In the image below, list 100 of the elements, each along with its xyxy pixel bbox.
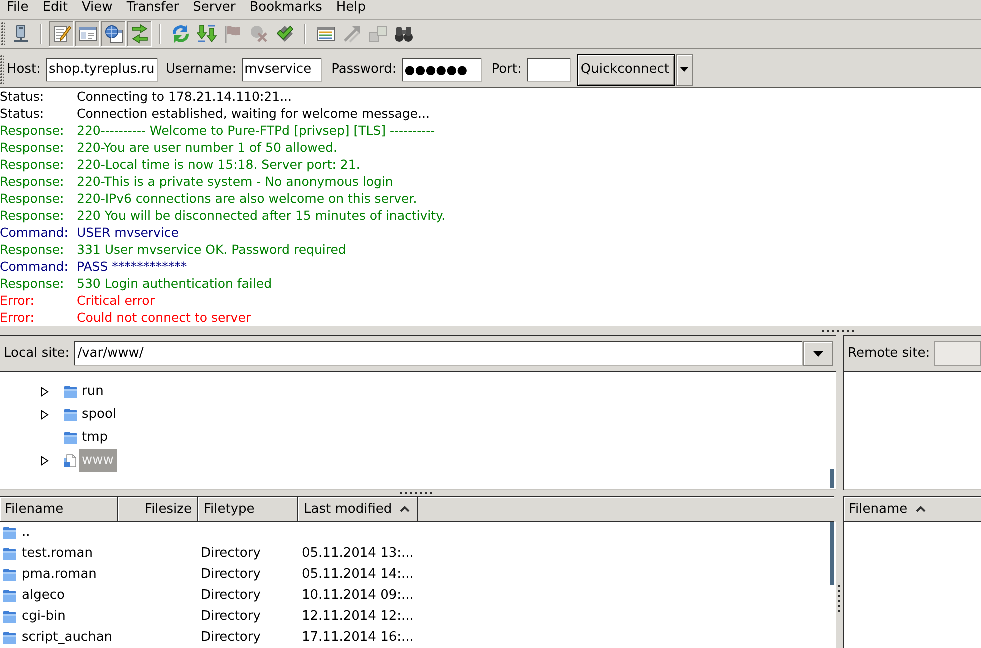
log-label: Response: [0, 122, 66, 139]
file-type: Directory [201, 567, 261, 582]
toolbar-grip[interactable] [1, 22, 5, 46]
tree-item[interactable]: spool [79, 403, 120, 426]
window-icon [78, 24, 98, 44]
menu-item[interactable]: Edit [36, 0, 75, 16]
menu-item[interactable]: View [74, 0, 120, 16]
list-window-icon [316, 24, 336, 44]
log-message: 331 User mvservice OK. Password required [77, 241, 346, 258]
column-header[interactable]: Filename [844, 497, 981, 521]
folder-icon [64, 408, 78, 422]
refresh-icon [170, 24, 190, 44]
port-field[interactable] [526, 58, 571, 82]
folder-icon [3, 610, 17, 624]
folder-icon [3, 588, 17, 602]
file-name: .. [22, 525, 30, 540]
file-type: Directory [201, 630, 261, 645]
check-icon [274, 24, 294, 44]
scrollbar-thumb[interactable] [830, 522, 834, 585]
log-message: Connection established, waiting for welcome message... [77, 105, 430, 122]
column-header[interactable]: Last modified [298, 497, 418, 521]
log-label: Response: [0, 241, 66, 258]
log-message: PASS ************ [77, 258, 188, 275]
menu-item[interactable]: Server [186, 0, 243, 16]
folder-icon [3, 546, 17, 560]
caret-down-icon [812, 350, 824, 356]
log-label: Response: [0, 275, 66, 292]
log-label: Response: [0, 139, 66, 156]
expand-triangle-icon[interactable] [41, 386, 49, 396]
log-message: 220-Local time is now 15:18. Server port: 21. [77, 156, 360, 173]
file-name: algeco [22, 588, 65, 603]
expand-triangle-icon[interactable] [41, 456, 49, 466]
log-label: Command: [0, 258, 70, 275]
password-field[interactable]: ●●●●●● [402, 58, 482, 82]
host-field[interactable]: shop.tyreplus.ru [46, 58, 158, 82]
column-header[interactable]: Filetype [198, 497, 298, 521]
log-message: 220---------- Welcome to Pure-FTPd [privsep] [TLS] ---------- [77, 122, 436, 139]
file-date: 12.11.2014 12:... [302, 609, 414, 624]
toolbar-grip[interactable] [0, 54, 4, 84]
menu-item[interactable]: Help [329, 0, 374, 16]
folder-icon [3, 630, 17, 644]
folder-icon [3, 526, 17, 540]
folder-page-icon [64, 454, 78, 468]
log-message: 220-IPv6 connections are also welcome on this server. [77, 190, 418, 207]
log-message: 220 You will be disconnected after 15 minutes of inactivity. [77, 207, 446, 224]
toolbar-button[interactable] [101, 21, 126, 47]
log-label: Response: [0, 156, 66, 173]
path-field[interactable]: /var/www/ [74, 341, 803, 366]
field-label: Port: [492, 62, 522, 77]
binoculars-icon [394, 24, 414, 44]
log-label: Response: [0, 207, 66, 224]
log-message: 220-This is a private system - No anonymous login [77, 173, 394, 190]
log-label: Response: [0, 173, 66, 190]
log-message: 530 Login authentication failed [77, 275, 272, 292]
menu-item[interactable]: Transfer [120, 0, 186, 16]
log-message: USER mvservice [77, 224, 179, 241]
file-name: test.roman [22, 546, 93, 561]
log-label: Error: [0, 292, 36, 309]
file-type: Directory [201, 546, 261, 561]
file-type: Directory [201, 609, 261, 624]
tree-item[interactable]: tmp [79, 426, 112, 449]
log-label: Error: [0, 309, 36, 326]
file-name: cgi-bin [22, 609, 66, 624]
folder-icon [3, 568, 17, 582]
dropdown-button[interactable] [676, 54, 693, 86]
scrollbar-thumb[interactable] [830, 469, 834, 488]
toolbar-button[interactable] [49, 21, 74, 47]
log-label: Status: [0, 105, 46, 122]
tree-item[interactable]: run [79, 380, 107, 403]
file-date: 05.11.2014 13:... [302, 546, 414, 561]
log-label: Response: [0, 190, 66, 207]
log-label: Command: [0, 224, 70, 241]
caret-down-icon [680, 67, 689, 72]
file-name: script_auchan [22, 630, 113, 645]
dropdown-button[interactable] [803, 341, 833, 366]
toolbar-button[interactable] [127, 21, 152, 47]
column-header[interactable]: Filename [0, 497, 118, 521]
field-label: Username: [166, 62, 237, 77]
tiles-icon [368, 24, 388, 44]
menu-item[interactable]: File [0, 0, 36, 16]
username-field[interactable]: mvservice [242, 58, 322, 82]
cross-icon [248, 24, 268, 44]
quickconnect-button[interactable]: Quickconnect [576, 54, 675, 86]
column-header[interactable]: Filesize [118, 497, 198, 521]
log-message: Could not connect to server [77, 309, 252, 326]
notepad-pencil-icon [52, 24, 72, 44]
site-label: Local site: [4, 346, 70, 361]
flag-icon [222, 24, 242, 44]
menu-item[interactable]: Bookmarks [242, 0, 330, 16]
expand-triangle-icon[interactable] [41, 410, 49, 420]
folder-icon [64, 384, 78, 398]
field-label: Password: [332, 62, 397, 77]
diagonal-arrow-icon [342, 24, 362, 44]
file-type: Directory [201, 588, 261, 603]
toolbar-button[interactable] [75, 21, 100, 47]
log-message: Connecting to 178.21.14.110:21... [77, 88, 292, 105]
file-date: 05.11.2014 14:... [302, 567, 414, 582]
down-arrows-icon [196, 24, 216, 44]
folder-icon [64, 430, 78, 444]
log-message: Critical error [77, 292, 155, 309]
